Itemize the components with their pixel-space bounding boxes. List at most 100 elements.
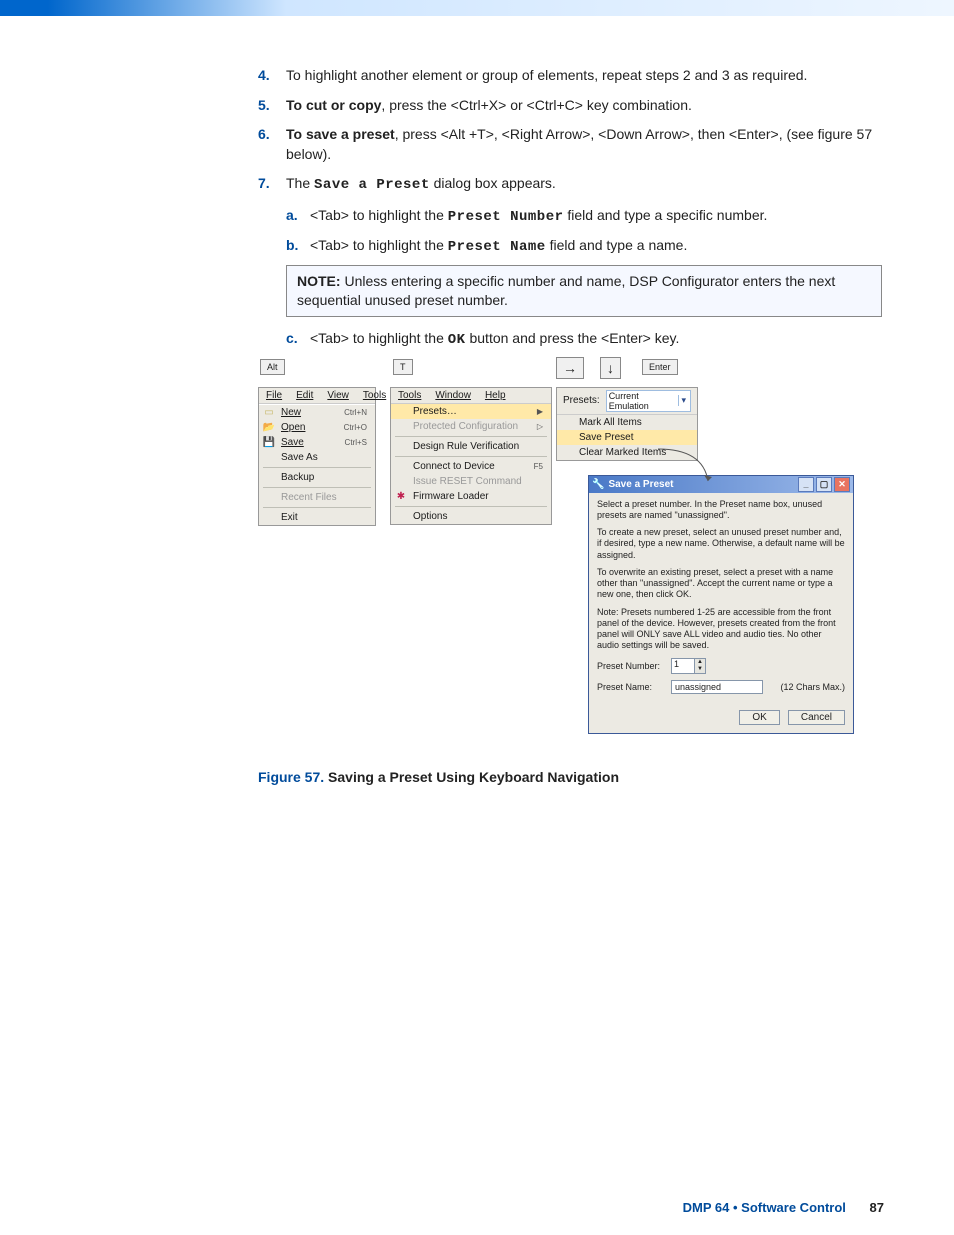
label: Save As bbox=[281, 452, 318, 463]
label: Options bbox=[413, 511, 447, 522]
new-icon: ▭ bbox=[262, 405, 276, 419]
combo-value: Current Emulation bbox=[609, 391, 675, 411]
menu-new[interactable]: ▭ New Ctrl+N bbox=[259, 405, 375, 420]
rest: , press the <Ctrl+X> or <Ctrl+C> key com… bbox=[381, 97, 691, 113]
step-body: To highlight another element or group of… bbox=[286, 66, 882, 86]
substep-num: b. bbox=[286, 236, 310, 258]
preset-name-row: Preset Name: unassigned (12 Chars Max.) bbox=[597, 680, 845, 694]
spin-up-icon[interactable]: ▲ bbox=[695, 659, 705, 666]
file-menu-panel: File Edit View Tools ▭ New Ctrl+N 📂 Open… bbox=[258, 387, 376, 526]
menu-exit[interactable]: Exit bbox=[259, 510, 375, 525]
menu-firmware-loader[interactable]: ✱ Firmware Loader bbox=[391, 489, 551, 504]
label: Exit bbox=[281, 512, 298, 523]
label: Save Preset bbox=[579, 432, 633, 443]
menu-tools[interactable]: Tools bbox=[356, 388, 393, 403]
step-4: 4. To highlight another element or group… bbox=[258, 66, 882, 86]
step-5: 5. To cut or copy, press the <Ctrl+X> or… bbox=[258, 96, 882, 116]
preset-number-value: 1 bbox=[672, 659, 694, 673]
menu-recent-files: Recent Files bbox=[259, 490, 375, 505]
figure-number: Figure 57. bbox=[258, 769, 324, 785]
preset-number-input[interactable]: 1 ▲ ▼ bbox=[671, 658, 706, 674]
lead: To save a preset bbox=[286, 126, 395, 142]
figure-57: Alt File Edit View Tools ▭ New Ctrl+N 📂 … bbox=[258, 359, 954, 759]
menu-issue-reset: Issue RESET Command bbox=[391, 474, 551, 489]
menu-view[interactable]: View bbox=[320, 388, 356, 403]
preset-name-label: Preset Name: bbox=[597, 682, 671, 692]
label: Issue RESET Command bbox=[413, 476, 522, 487]
maximize-button[interactable]: ▢ bbox=[816, 477, 832, 492]
menu-backup[interactable]: Backup bbox=[259, 470, 375, 485]
submenu-arrow-icon: ▶ bbox=[537, 407, 543, 416]
label: Backup bbox=[281, 472, 314, 483]
menu-open[interactable]: 📂 Open Ctrl+O bbox=[259, 420, 375, 435]
menu-mark-all[interactable]: Mark All Items bbox=[557, 415, 697, 430]
post: button and press the <Enter> key. bbox=[466, 330, 680, 346]
shortcut: F5 bbox=[534, 462, 543, 471]
note-box: NOTE: Unless entering a specific number … bbox=[286, 265, 882, 317]
key-down-arrow: ↓ bbox=[600, 357, 621, 379]
substep-b: b. <Tab> to highlight the Preset Name fi… bbox=[286, 236, 882, 258]
pre: <Tab> to highlight the bbox=[310, 237, 448, 253]
step-body: To cut or copy, press the <Ctrl+X> or <C… bbox=[286, 96, 882, 116]
label: Design Rule Verification bbox=[413, 441, 519, 452]
presets-combo[interactable]: Current Emulation ▾ bbox=[606, 390, 691, 412]
figure-title: Saving a Preset Using Keyboard Navigatio… bbox=[324, 769, 619, 785]
menu-design-rule[interactable]: Design Rule Verification bbox=[391, 439, 551, 454]
menu-edit[interactable]: Edit bbox=[289, 388, 320, 403]
tools-menu-dropdown: Presets… ▶ Protected Configuration ▷ Des… bbox=[391, 404, 551, 524]
file-menu-dropdown: ▭ New Ctrl+N 📂 Open Ctrl+O 💾 Save Ctrl+S… bbox=[259, 404, 375, 525]
mono: OK bbox=[448, 332, 466, 348]
preset-number-row: Preset Number: 1 ▲ ▼ bbox=[597, 658, 845, 674]
pre: <Tab> to highlight the bbox=[310, 330, 448, 346]
open-icon: 📂 bbox=[262, 420, 276, 434]
dialog-body: Select a preset number. In the Preset na… bbox=[589, 493, 853, 706]
pre: <Tab> to highlight the bbox=[310, 207, 448, 223]
footer-page: 87 bbox=[870, 1200, 884, 1215]
chars-max: (12 Chars Max.) bbox=[780, 682, 845, 692]
post: dialog box appears. bbox=[430, 175, 556, 191]
label: Protected Configuration bbox=[413, 421, 518, 432]
menu-options[interactable]: Options bbox=[391, 509, 551, 524]
page-footer: DMP 64 • Software Control 87 bbox=[683, 1200, 884, 1215]
substep-body: <Tab> to highlight the Preset Number fie… bbox=[310, 206, 882, 228]
menu-file[interactable]: File bbox=[259, 388, 289, 403]
dialog-p2: To create a new preset, select an unused… bbox=[597, 527, 845, 561]
preset-number-label: Preset Number: bbox=[597, 661, 671, 671]
menu-tools[interactable]: Tools bbox=[391, 388, 428, 403]
menubar: File Edit View Tools bbox=[259, 388, 375, 404]
menu-save-preset[interactable]: Save Preset bbox=[557, 430, 697, 445]
close-button[interactable]: ✕ bbox=[834, 477, 850, 492]
label: New bbox=[281, 407, 301, 418]
menu-window[interactable]: Window bbox=[428, 388, 478, 403]
ok-button[interactable]: OK bbox=[739, 710, 779, 725]
minimize-button[interactable]: _ bbox=[798, 477, 814, 492]
figure-caption-wrap: Figure 57. Saving a Preset Using Keyboar… bbox=[258, 769, 882, 785]
preset-name-input[interactable]: unassigned bbox=[671, 680, 763, 694]
substep-a: a. <Tab> to highlight the Preset Number … bbox=[286, 206, 882, 228]
menu-presets[interactable]: Presets… ▶ bbox=[391, 404, 551, 419]
presets-panel: Presets: Current Emulation ▾ Mark All It… bbox=[556, 387, 698, 461]
menu-save[interactable]: 💾 Save Ctrl+S bbox=[259, 435, 375, 450]
spin-down-icon[interactable]: ▼ bbox=[695, 666, 705, 673]
shortcut: Ctrl+S bbox=[345, 438, 367, 447]
menu-save-as[interactable]: Save As bbox=[259, 450, 375, 465]
shortcut: Ctrl+N bbox=[344, 408, 367, 417]
dialog-titlebar: 🔧 Save a Preset _ ▢ ✕ bbox=[589, 476, 853, 493]
step-num: 5. bbox=[258, 96, 286, 116]
key-alt: Alt bbox=[260, 359, 285, 375]
figure-caption: Figure 57. Saving a Preset Using Keyboar… bbox=[258, 769, 882, 785]
menu-clear-marked[interactable]: Clear Marked Items bbox=[557, 445, 697, 460]
label: Clear Marked Items bbox=[579, 447, 666, 458]
menu-help[interactable]: Help bbox=[478, 388, 513, 403]
cancel-button[interactable]: Cancel bbox=[788, 710, 845, 725]
label: Presets… bbox=[413, 406, 457, 417]
presets-label: Presets: bbox=[563, 395, 600, 406]
key-t: T bbox=[393, 359, 413, 375]
top-gradient-bar bbox=[0, 0, 954, 16]
label: Recent Files bbox=[281, 492, 337, 503]
dialog-p4: Note: Presets numbered 1-25 are accessib… bbox=[597, 607, 845, 652]
mono: Save a Preset bbox=[314, 177, 430, 193]
menu-connect-device[interactable]: Connect to Device F5 bbox=[391, 459, 551, 474]
dialog-icon: 🔧 bbox=[592, 479, 604, 490]
step-6: 6. To save a preset, press <Alt +T>, <Ri… bbox=[258, 125, 882, 164]
